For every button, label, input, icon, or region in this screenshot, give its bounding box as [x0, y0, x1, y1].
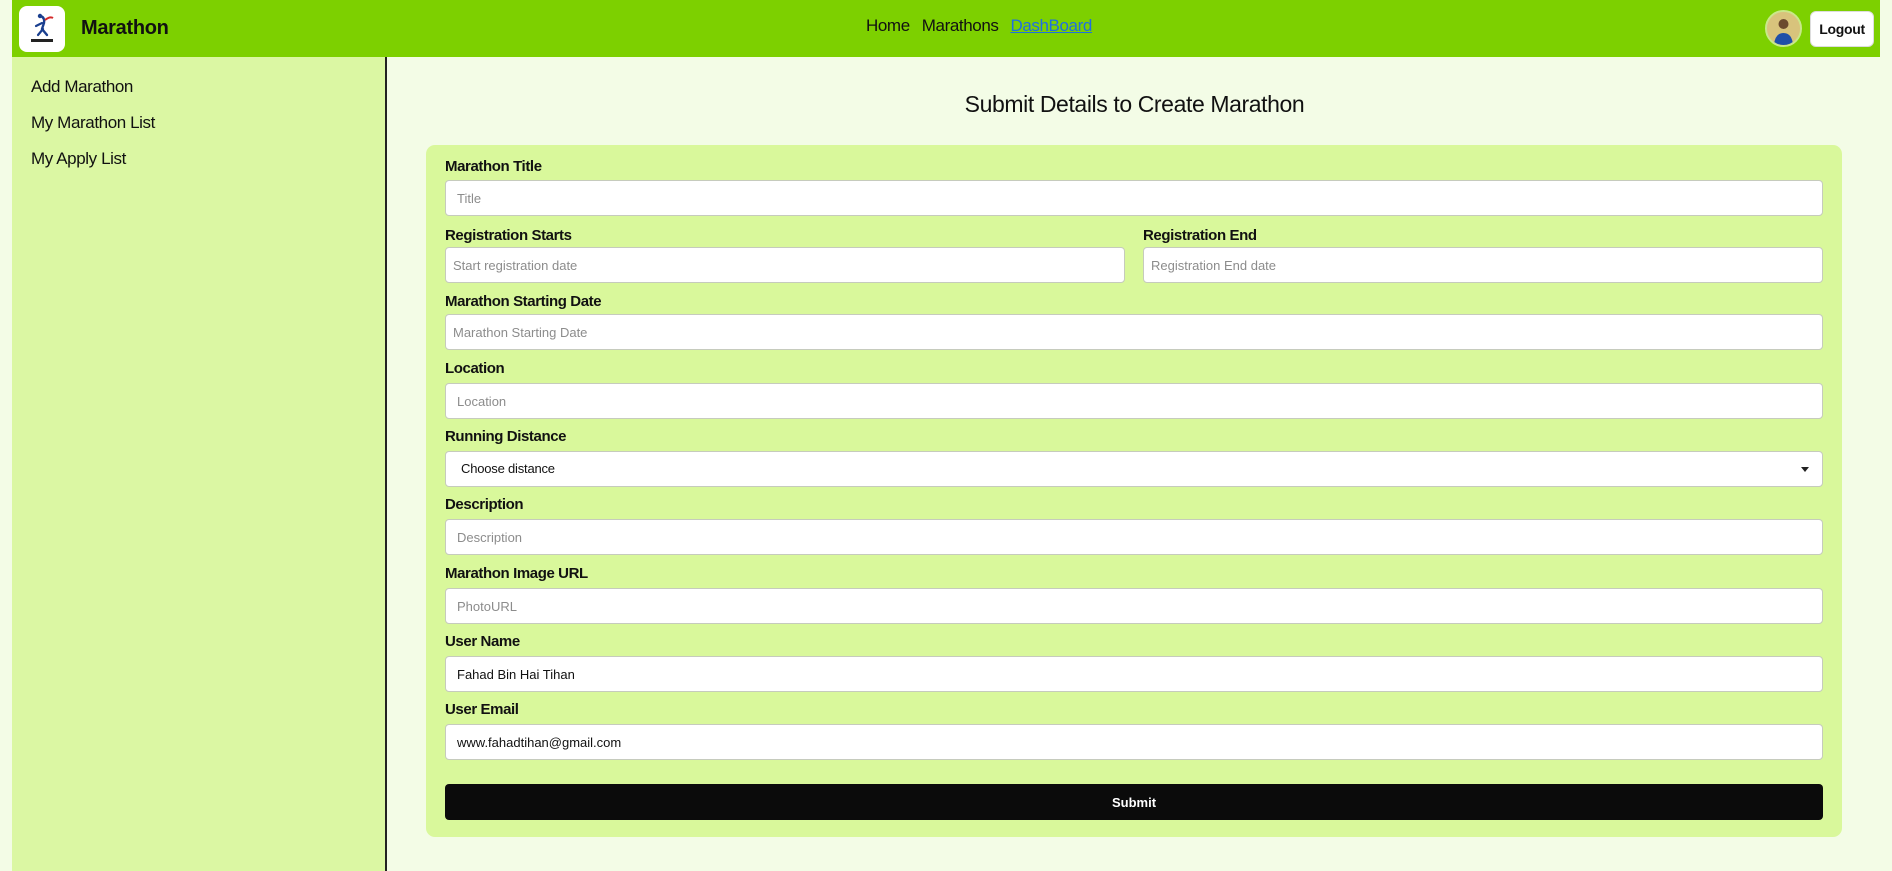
- brand-name[interactable]: Marathon: [81, 17, 169, 40]
- nav-links: Home Marathons DashBoard: [866, 16, 1092, 36]
- submit-button[interactable]: Submit: [445, 784, 1823, 820]
- start-date-label: Marathon Starting Date: [445, 293, 602, 310]
- user-avatar-icon: [1767, 12, 1800, 45]
- nav-link-marathons[interactable]: Marathons: [922, 16, 999, 36]
- registration-start-input[interactable]: [445, 247, 1125, 283]
- sidebar-item-my-marathon-list[interactable]: My Marathon List: [31, 113, 385, 149]
- page-title: Submit Details to Create Marathon: [964, 91, 1305, 117]
- registration-start-label: Registration Starts: [445, 227, 572, 244]
- create-marathon-form: Marathon Title Registration Starts Regis…: [426, 145, 1842, 837]
- nav-right: Logout: [1765, 10, 1874, 47]
- distance-select[interactable]: Choose distance: [445, 451, 1823, 487]
- title-input[interactable]: [445, 180, 1823, 216]
- sidebar-menu: Add Marathon My Marathon List My Apply L…: [12, 57, 385, 185]
- nav-link-dashboard[interactable]: DashBoard: [1010, 16, 1092, 36]
- distance-label: Running Distance: [445, 428, 567, 445]
- sidebar-item-my-apply-list[interactable]: My Apply List: [31, 149, 385, 185]
- user-name-input[interactable]: [445, 656, 1823, 692]
- sidebar-item-add-marathon[interactable]: Add Marathon: [31, 77, 385, 113]
- description-input[interactable]: [445, 519, 1823, 555]
- registration-end-label: Registration End: [1143, 227, 1257, 244]
- image-url-label: Marathon Image URL: [445, 565, 588, 582]
- user-email-label: User Email: [445, 701, 519, 718]
- marathon-logo[interactable]: [19, 5, 65, 52]
- nav-link-home[interactable]: Home: [866, 16, 910, 36]
- user-avatar[interactable]: [1765, 10, 1802, 47]
- start-date-input[interactable]: [445, 314, 1823, 350]
- top-navbar: Marathon Home Marathons DashBoard Logout: [12, 0, 1880, 57]
- logout-button[interactable]: Logout: [1810, 10, 1874, 47]
- runner-logo-icon: [31, 13, 54, 42]
- user-email-input[interactable]: [445, 724, 1823, 760]
- brand[interactable]: Marathon: [19, 5, 169, 52]
- sidebar: Add Marathon My Marathon List My Apply L…: [12, 57, 387, 871]
- image-url-input[interactable]: [445, 588, 1823, 624]
- registration-end-input[interactable]: [1143, 247, 1823, 283]
- title-label: Marathon Title: [445, 158, 542, 175]
- location-label: Location: [445, 360, 505, 377]
- location-input[interactable]: [445, 383, 1823, 419]
- description-label: Description: [445, 496, 524, 513]
- user-name-label: User Name: [445, 633, 520, 650]
- caret-down-icon: [1801, 467, 1809, 472]
- main-content: Submit Details to Create Marathon Marath…: [389, 57, 1880, 871]
- distance-select-value: Choose distance: [461, 461, 555, 476]
